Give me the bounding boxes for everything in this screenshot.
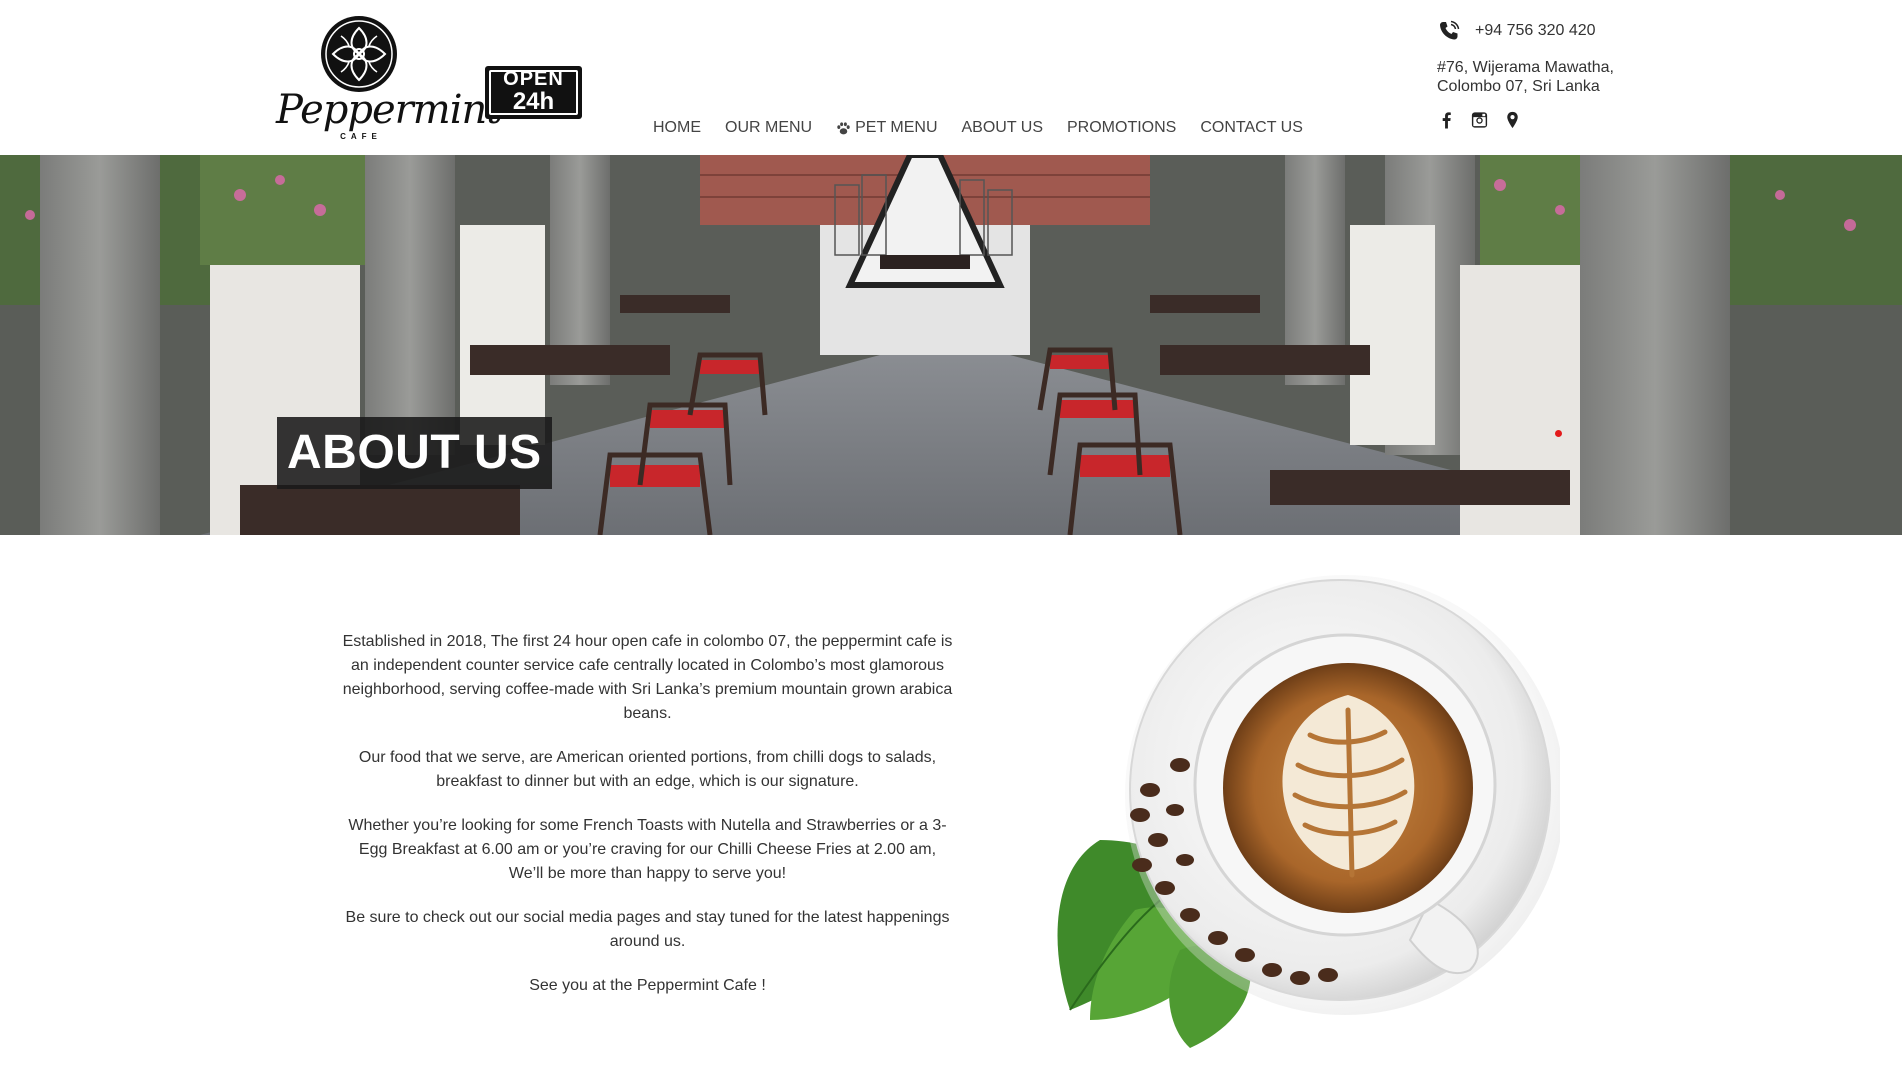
about-paragraph: Established in 2018, The first 24 hour o…: [342, 633, 953, 722]
map-pin-icon[interactable]: [1503, 110, 1522, 130]
nav-item-contact-us[interactable]: CONTACT US: [1200, 116, 1303, 140]
about-paragraph: Whether you’re looking for some French T…: [348, 817, 947, 882]
open-24h-badge: OPEN 24h: [485, 66, 582, 119]
coffee-cup-image: [1057, 575, 1560, 1048]
address-line2: Colombo 07, Sri Lanka: [1437, 78, 1600, 95]
phone-number: +94 756 320 420: [1475, 22, 1596, 39]
nav-item-pet-menu[interactable]: PET MENU: [836, 116, 938, 140]
about-content: Established in 2018, The first 24 hour o…: [340, 630, 955, 1018]
slider-dot[interactable]: [1555, 430, 1562, 437]
nav-item-our-menu[interactable]: OUR MENU: [725, 116, 812, 140]
social-links: [1437, 110, 1697, 130]
badge-line1: OPEN: [503, 68, 564, 90]
about-paragraph: Be sure to check out our social media pa…: [345, 909, 950, 950]
nav-item-home[interactable]: HOME: [653, 116, 701, 140]
badge-line2: 24h: [512, 88, 555, 115]
phone-icon: [1440, 20, 1460, 40]
facebook-icon[interactable]: [1437, 110, 1456, 130]
nav-item-promotions[interactable]: PROMOTIONS: [1067, 116, 1176, 140]
paw-icon: [837, 121, 850, 134]
nav-label: PROMOTIONS: [1067, 119, 1177, 136]
about-paragraph: See you at the Peppermint Cafe !: [529, 977, 766, 994]
about-paragraph: Our food that we serve, are American ori…: [358, 749, 937, 790]
logo-emblem-icon: [321, 16, 397, 92]
page-title: ABOUT US: [277, 417, 552, 489]
brand-subtitle: CAFE: [340, 132, 382, 141]
instagram-icon[interactable]: [1470, 110, 1489, 130]
address: #76, Wijerama Mawatha, Colombo 07, Sri L…: [1437, 58, 1697, 96]
main-nav: HOME OUR MENU PET MENU ABOUT US PROMOTIO…: [653, 116, 1303, 140]
brand-name: Peppermint: [276, 87, 502, 133]
hero-banner: ABOUT US: [0, 155, 1902, 535]
nav-label: OUR MENU: [725, 119, 813, 136]
address-line1: #76, Wijerama Mawatha,: [1437, 59, 1614, 76]
nav-item-about-us[interactable]: ABOUT US: [962, 116, 1044, 140]
phone-row[interactable]: +94 756 320 420: [1437, 18, 1697, 44]
nav-label: HOME: [653, 119, 701, 136]
header-contact: +94 756 320 420 #76, Wijerama Mawatha, C…: [1437, 18, 1697, 130]
nav-label: ABOUT US: [961, 119, 1044, 136]
site-header: Peppermint CAFE OPEN 24h HOME OUR MENU P…: [0, 0, 1902, 155]
brand-logo[interactable]: Peppermint CAFE: [276, 12, 502, 142]
nav-label: CONTACT US: [1200, 119, 1303, 136]
nav-label: PET MENU: [855, 119, 938, 136]
